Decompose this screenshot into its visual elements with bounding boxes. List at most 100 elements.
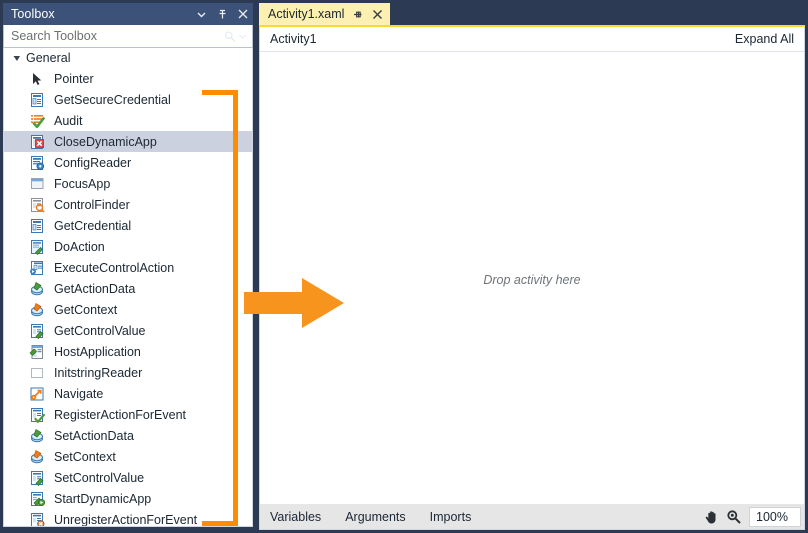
- toolbox-item-label: GetControlValue: [54, 323, 146, 338]
- toolbox-panel: Toolbox Search Toolbox General Pointer G…: [0, 0, 253, 533]
- drop-activity-hint: Drop activity here: [483, 273, 581, 287]
- toolbox-item-label: RegisterActionForEvent: [54, 407, 187, 422]
- toolbox-item[interactable]: Navigate: [4, 383, 252, 404]
- toolbox-item-label: GetSecureCredential: [54, 92, 171, 107]
- blank-doc-icon: [28, 365, 46, 381]
- data-green-icon: [28, 428, 46, 444]
- toolbox-item-label: UnregisterActionForEvent: [54, 512, 198, 527]
- footer-imports[interactable]: Imports: [430, 510, 472, 524]
- doc-play-icon: [28, 491, 46, 507]
- toolbox-item-label: ExecuteControlAction: [54, 260, 175, 275]
- toolbox-item-label: ControlFinder: [54, 197, 130, 212]
- search-toolbox-input[interactable]: Search Toolbox: [3, 25, 253, 48]
- exec-control-icon: [28, 260, 46, 276]
- toolbox-item[interactable]: GetControlValue: [4, 320, 252, 341]
- breadcrumb-activity1[interactable]: Activity1: [270, 32, 317, 46]
- toolbox-item[interactable]: SetControlValue: [4, 467, 252, 488]
- toolbox-item[interactable]: GetSecureCredential: [4, 89, 252, 110]
- hand-icon[interactable]: [701, 507, 723, 527]
- workflow-canvas[interactable]: Drop activity here: [260, 52, 804, 504]
- toolbox-header-buttons: [195, 3, 249, 25]
- data-orange-icon: [28, 302, 46, 318]
- toolbox-item[interactable]: StartDynamicApp: [4, 488, 252, 509]
- toolbox-item[interactable]: Audit: [4, 110, 252, 131]
- data-green-icon: [28, 281, 46, 297]
- toolbox-item-label: ConfigReader: [54, 155, 132, 170]
- toolbox-item-label: SetContext: [54, 449, 116, 464]
- toolbox-item-label: Navigate: [54, 386, 104, 401]
- magnifier-icon[interactable]: [723, 507, 745, 527]
- toolbox-item[interactable]: GetActionData: [4, 278, 252, 299]
- toolbox-title: Toolbox: [11, 7, 55, 21]
- doc-action-icon: [28, 239, 46, 255]
- doc-remove-icon: [28, 512, 46, 526]
- toolbox-item-label: SetControlValue: [54, 470, 145, 485]
- toolbox-item-label: InitstringReader: [54, 365, 143, 380]
- designer-panel: Activity1.xaml Activity1 Expand All Drop…: [259, 0, 808, 533]
- toolbox-item-list[interactable]: General Pointer GetSecureCredential Audit C…: [3, 48, 253, 527]
- zoom-level-value: 100%: [756, 509, 788, 524]
- toolbox-item[interactable]: CloseDynamicApp: [4, 131, 252, 152]
- designer-footer: Variables Arguments Imports 100%: [260, 504, 804, 529]
- pin-icon[interactable]: [351, 7, 364, 21]
- toolbox-item[interactable]: UnregisterActionForEvent: [4, 509, 252, 527]
- doc-green-icon: [28, 323, 46, 339]
- toolbox-item[interactable]: SetContext: [4, 446, 252, 467]
- visual-studio-window: Toolbox Search Toolbox General Pointer G…: [0, 0, 808, 533]
- toolbox-item[interactable]: DoAction: [4, 236, 252, 257]
- toolbox-item[interactable]: Pointer: [4, 68, 252, 89]
- doc-gear-icon: [28, 155, 46, 171]
- toolbox-item[interactable]: ControlFinder: [4, 194, 252, 215]
- toolbox-header: Toolbox: [3, 3, 253, 25]
- toolbox-item[interactable]: InitstringReader: [4, 362, 252, 383]
- close-icon[interactable]: [237, 7, 249, 21]
- doc-find-icon: [28, 197, 46, 213]
- zoom-level-box[interactable]: 100%: [749, 506, 801, 527]
- close-icon[interactable]: [371, 7, 384, 21]
- breadcrumb: Activity1 Expand All: [260, 27, 804, 52]
- list-check-icon: [28, 113, 46, 129]
- window-green-icon: [28, 344, 46, 360]
- search-icon[interactable]: [224, 29, 236, 43]
- form-blue-icon: [28, 92, 46, 108]
- toolbox-item[interactable]: RegisterActionForEvent: [4, 404, 252, 425]
- toolbox-item[interactable]: GetCredential: [4, 215, 252, 236]
- expand-triangle-icon[interactable]: [12, 53, 22, 63]
- toolbox-item-label: Pointer: [54, 71, 94, 86]
- toolbox-category-general[interactable]: General: [4, 48, 252, 68]
- pin-icon[interactable]: [216, 7, 228, 21]
- toolbox-item[interactable]: HostApplication: [4, 341, 252, 362]
- chevron-down-icon[interactable]: [195, 7, 207, 21]
- toolbox-item[interactable]: ConfigReader: [4, 152, 252, 173]
- toolbox-item[interactable]: SetActionData: [4, 425, 252, 446]
- chevron-down-icon[interactable]: [239, 29, 246, 43]
- footer-variables[interactable]: Variables: [270, 510, 321, 524]
- expand-all-link[interactable]: Expand All: [735, 32, 794, 46]
- doc-check-icon: [28, 407, 46, 423]
- toolbox-item-label: GetContext: [54, 302, 118, 317]
- toolbox-item-label: StartDynamicApp: [54, 491, 152, 506]
- toolbox-item[interactable]: FocusApp: [4, 173, 252, 194]
- search-controls: [224, 29, 252, 43]
- window-blue-icon: [28, 176, 46, 192]
- doc-green-icon: [28, 470, 46, 486]
- toolbox-item-label: CloseDynamicApp: [54, 134, 157, 149]
- toolbox-item[interactable]: GetContext: [4, 299, 252, 320]
- toolbox-item[interactable]: ExecuteControlAction: [4, 257, 252, 278]
- tab-activity1-xaml[interactable]: Activity1.xaml: [259, 3, 391, 25]
- designer-body: Activity1 Expand All Drop activity here …: [259, 27, 805, 530]
- data-orange-icon: [28, 449, 46, 465]
- toolbox-item-label: Audit: [54, 113, 83, 128]
- footer-arguments[interactable]: Arguments: [345, 510, 405, 524]
- toolbox-category-label: General: [26, 51, 71, 65]
- tab-title: Activity1.xaml: [268, 7, 345, 21]
- search-placeholder: Search Toolbox: [11, 29, 97, 43]
- editor-tabstrip: Activity1.xaml: [259, 3, 805, 25]
- toolbox-item-label: DoAction: [54, 239, 105, 254]
- toolbox-item-label: GetActionData: [54, 281, 136, 296]
- toolbox-item-label: GetCredential: [54, 218, 132, 233]
- toolbox-item-label: HostApplication: [54, 344, 141, 359]
- form-blue-icon: [28, 218, 46, 234]
- toolbox-item-label: SetActionData: [54, 428, 134, 443]
- toolbox-item-label: FocusApp: [54, 176, 111, 191]
